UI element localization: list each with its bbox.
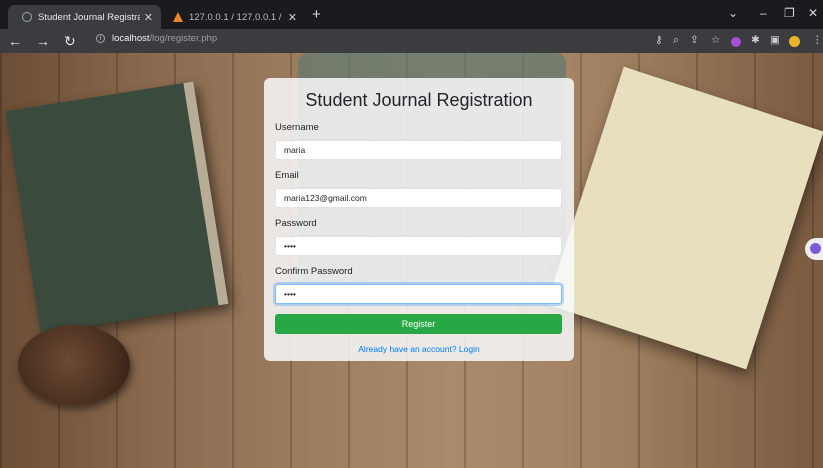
book-image bbox=[5, 81, 229, 334]
restore-button[interactable]: ❐ bbox=[784, 6, 795, 20]
browser-address-bar: ← → ↻ i localhost /log/register.php ⚷ ⌕ … bbox=[0, 29, 823, 53]
tab-phpmyadmin[interactable]: 127.0.0.1 / 127.0.0.1 / project / ... ✕ bbox=[165, 5, 305, 29]
globe-icon bbox=[22, 12, 32, 22]
share-icon[interactable]: ⇪ bbox=[690, 34, 699, 47]
minimize-button[interactable]: – bbox=[760, 6, 767, 20]
new-tab-button[interactable]: + bbox=[312, 7, 321, 23]
floating-extension-button[interactable] bbox=[805, 238, 823, 260]
email-label: Email bbox=[275, 170, 299, 181]
zoom-icon[interactable]: ⌕ bbox=[673, 34, 679, 47]
confirm-password-label: Confirm Password bbox=[275, 266, 353, 277]
tab-student-journal[interactable]: Student Journal Registration ✕ bbox=[8, 5, 161, 29]
extension-icon[interactable] bbox=[731, 37, 741, 47]
url-field[interactable]: i localhost /log/register.php bbox=[96, 33, 217, 44]
email-field[interactable]: maria123@gmail.com bbox=[275, 188, 562, 208]
page-background: Student Journal Registration Username ma… bbox=[0, 53, 823, 468]
url-path: /log/register.php bbox=[149, 33, 218, 44]
menu-icon[interactable]: ⋮ bbox=[812, 34, 823, 47]
confirm-password-field[interactable]: •••• bbox=[275, 284, 562, 304]
page-title: Student Journal Registration bbox=[305, 90, 533, 110]
browser-tab-bar: Student Journal Registration ✕ 127.0.0.1… bbox=[0, 0, 823, 29]
registration-card: Student Journal Registration Username ma… bbox=[264, 78, 574, 361]
back-button[interactable]: ← bbox=[8, 33, 22, 49]
register-button[interactable]: Register bbox=[275, 314, 562, 334]
username-label: Username bbox=[275, 122, 319, 133]
url-host: localhost bbox=[112, 33, 150, 44]
username-field[interactable]: maria bbox=[275, 140, 562, 160]
pinecone-image bbox=[18, 325, 130, 405]
extension-icon bbox=[810, 243, 821, 254]
tab-search-icon[interactable]: ⌄ bbox=[728, 6, 738, 20]
tab-close-icon[interactable]: ✕ bbox=[288, 11, 297, 24]
sidepanel-icon[interactable]: ▣ bbox=[770, 34, 780, 47]
profile-icon[interactable] bbox=[789, 36, 800, 47]
tab-title: 127.0.0.1 / 127.0.0.1 / project / ... bbox=[189, 11, 284, 23]
password-label: Password bbox=[275, 218, 317, 229]
puzzle-icon[interactable]: ✱ bbox=[751, 34, 760, 47]
password-field[interactable]: •••• bbox=[275, 236, 562, 256]
phpmyadmin-icon bbox=[173, 12, 183, 22]
close-window-button[interactable]: ✕ bbox=[808, 6, 818, 20]
login-link[interactable]: Already have an account? Login bbox=[275, 344, 563, 354]
reload-button[interactable]: ↻ bbox=[64, 33, 76, 49]
tab-close-icon[interactable]: ✕ bbox=[144, 11, 153, 24]
forward-button[interactable]: → bbox=[36, 33, 50, 49]
info-icon[interactable]: i bbox=[96, 34, 105, 43]
notebook-image bbox=[546, 66, 823, 370]
star-icon[interactable]: ☆ bbox=[711, 34, 720, 47]
tab-title: Student Journal Registration bbox=[38, 11, 140, 23]
key-icon[interactable]: ⚷ bbox=[655, 34, 663, 47]
